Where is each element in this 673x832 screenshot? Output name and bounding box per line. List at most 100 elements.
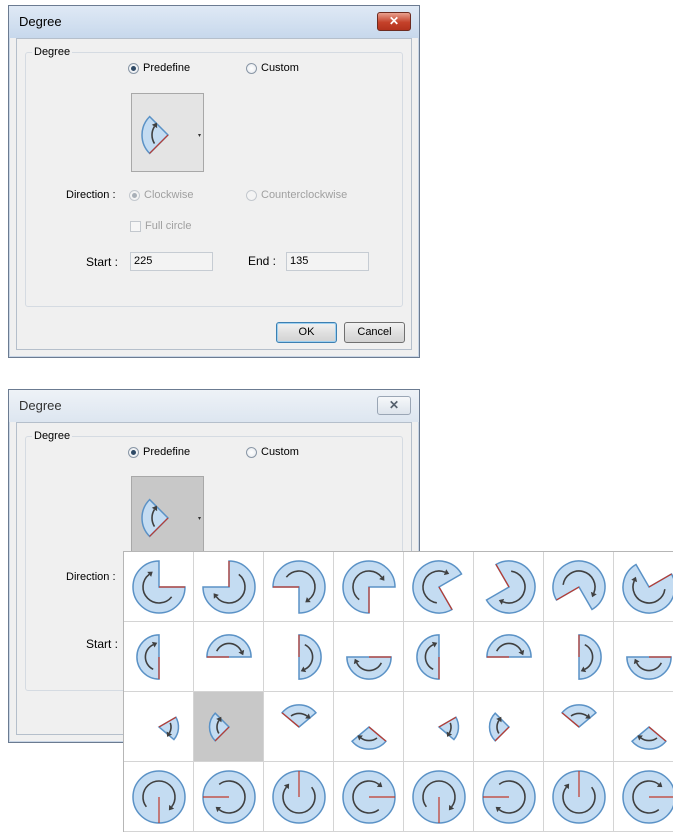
preset-option[interactable] [334,552,404,622]
sector-icon [412,770,466,824]
sector-icon [416,634,440,680]
close-icon: ✕ [388,14,400,28]
preset-shape-popup [123,551,673,832]
sector-icon [351,726,387,750]
preset-option[interactable] [404,552,474,622]
end-input[interactable]: 135 [286,252,369,271]
custom-radio[interactable]: Custom [246,62,299,74]
preset-option[interactable] [474,622,544,692]
radio-dot [129,189,140,201]
radio-dot [246,189,257,201]
close-button[interactable]: ✕ [377,12,411,31]
preset-option[interactable] [194,762,264,832]
group-label: Degree [32,46,73,58]
preset-option[interactable] [544,622,614,692]
preset-option[interactable] [124,552,194,622]
sector-icon [272,770,326,824]
radio-label: Predefine [143,62,191,74]
preset-option[interactable] [334,762,404,832]
preset-option[interactable] [544,552,614,622]
preset-shape-button[interactable]: ▾ [131,476,204,555]
preset-option[interactable] [614,552,673,622]
preset-option[interactable] [334,692,404,762]
clockwise-radio[interactable]: Clockwise [129,189,194,201]
sector-icon [622,770,673,824]
preset-option[interactable] [404,692,474,762]
preset-option[interactable] [264,762,334,832]
radio-dot [128,62,139,74]
checkbox-box [130,220,141,232]
full-circle-checkbox[interactable]: Full circle [130,220,191,232]
preset-option[interactable] [474,552,544,622]
sector-icon [486,634,532,658]
degree-dialog-active: Degree ✕ Degree Predefine Custom ▾ Direc… [8,5,420,358]
sector-icon [208,712,231,742]
start-label: Start : [86,255,119,269]
preset-option[interactable] [474,692,544,762]
radio-label: Clockwise [144,189,194,201]
preset-option[interactable] [334,622,404,692]
preset-option[interactable] [614,622,673,692]
title-bar[interactable]: Degree ✕ [9,6,419,38]
preset-option[interactable] [264,692,334,762]
radio-dot [246,62,257,74]
preset-option[interactable] [614,692,673,762]
ok-button[interactable]: OK [276,322,337,343]
checkbox-label: Full circle [145,220,192,232]
preset-option[interactable] [194,692,264,762]
dialog-client-area: Degree Predefine Custom ▾ Direction : Cl… [16,38,412,350]
sector-icon [488,712,511,742]
dialog-title: Degree [19,398,62,413]
sector-icon [157,716,180,741]
sector-icon [631,726,667,750]
sector-icon [202,770,256,824]
preset-option[interactable] [544,762,614,832]
title-bar[interactable]: Degree ✕ [9,390,419,422]
sector-icon [561,704,597,728]
sector-icon [342,560,396,614]
sector-icon [132,560,186,614]
preset-option[interactable] [404,762,474,832]
sector-icon [136,634,160,680]
direction-label: Direction : [66,189,116,201]
preset-option[interactable] [194,622,264,692]
start-input[interactable]: 225 [130,252,213,271]
direction-label: Direction : [66,571,116,583]
close-button[interactable]: ✕ [377,396,411,415]
group-label: Degree [32,430,73,442]
sector-icon [482,770,536,824]
custom-radio[interactable]: Custom [246,446,299,458]
cancel-button[interactable]: Cancel [344,322,405,343]
sector-icon [206,634,252,658]
predefine-radio[interactable]: Predefine [128,62,190,74]
start-label: Start : [86,637,119,651]
preset-option[interactable] [614,762,673,832]
counterclockwise-radio[interactable]: Counterclockwise [246,189,347,201]
radio-label: Custom [261,446,299,458]
sector-icon [626,656,672,680]
sector-icon [437,716,460,741]
preset-option[interactable] [124,762,194,832]
sector-icon [272,560,326,614]
dropdown-arrow-icon: ▾ [197,516,201,522]
sector-icon [141,498,170,538]
sector-icon [141,115,170,155]
sector-icon [281,704,317,728]
preset-option[interactable] [194,552,264,622]
preset-option[interactable] [474,762,544,832]
degree-groupbox: Degree Predefine Custom ▾ Direction : Cl… [25,46,403,307]
preset-option[interactable] [264,622,334,692]
preset-shape-button[interactable]: ▾ [131,93,204,172]
preset-option[interactable] [124,622,194,692]
end-label: End : [248,254,277,268]
sector-icon [552,770,606,824]
radio-dot [128,446,139,458]
preset-option[interactable] [404,622,474,692]
dialog-title: Degree [19,14,62,29]
dropdown-arrow-icon: ▾ [197,133,201,139]
close-icon: ✕ [388,398,400,412]
preset-option[interactable] [264,552,334,622]
preset-option[interactable] [544,692,614,762]
preset-option[interactable] [124,692,194,762]
predefine-radio[interactable]: Predefine [128,446,190,458]
